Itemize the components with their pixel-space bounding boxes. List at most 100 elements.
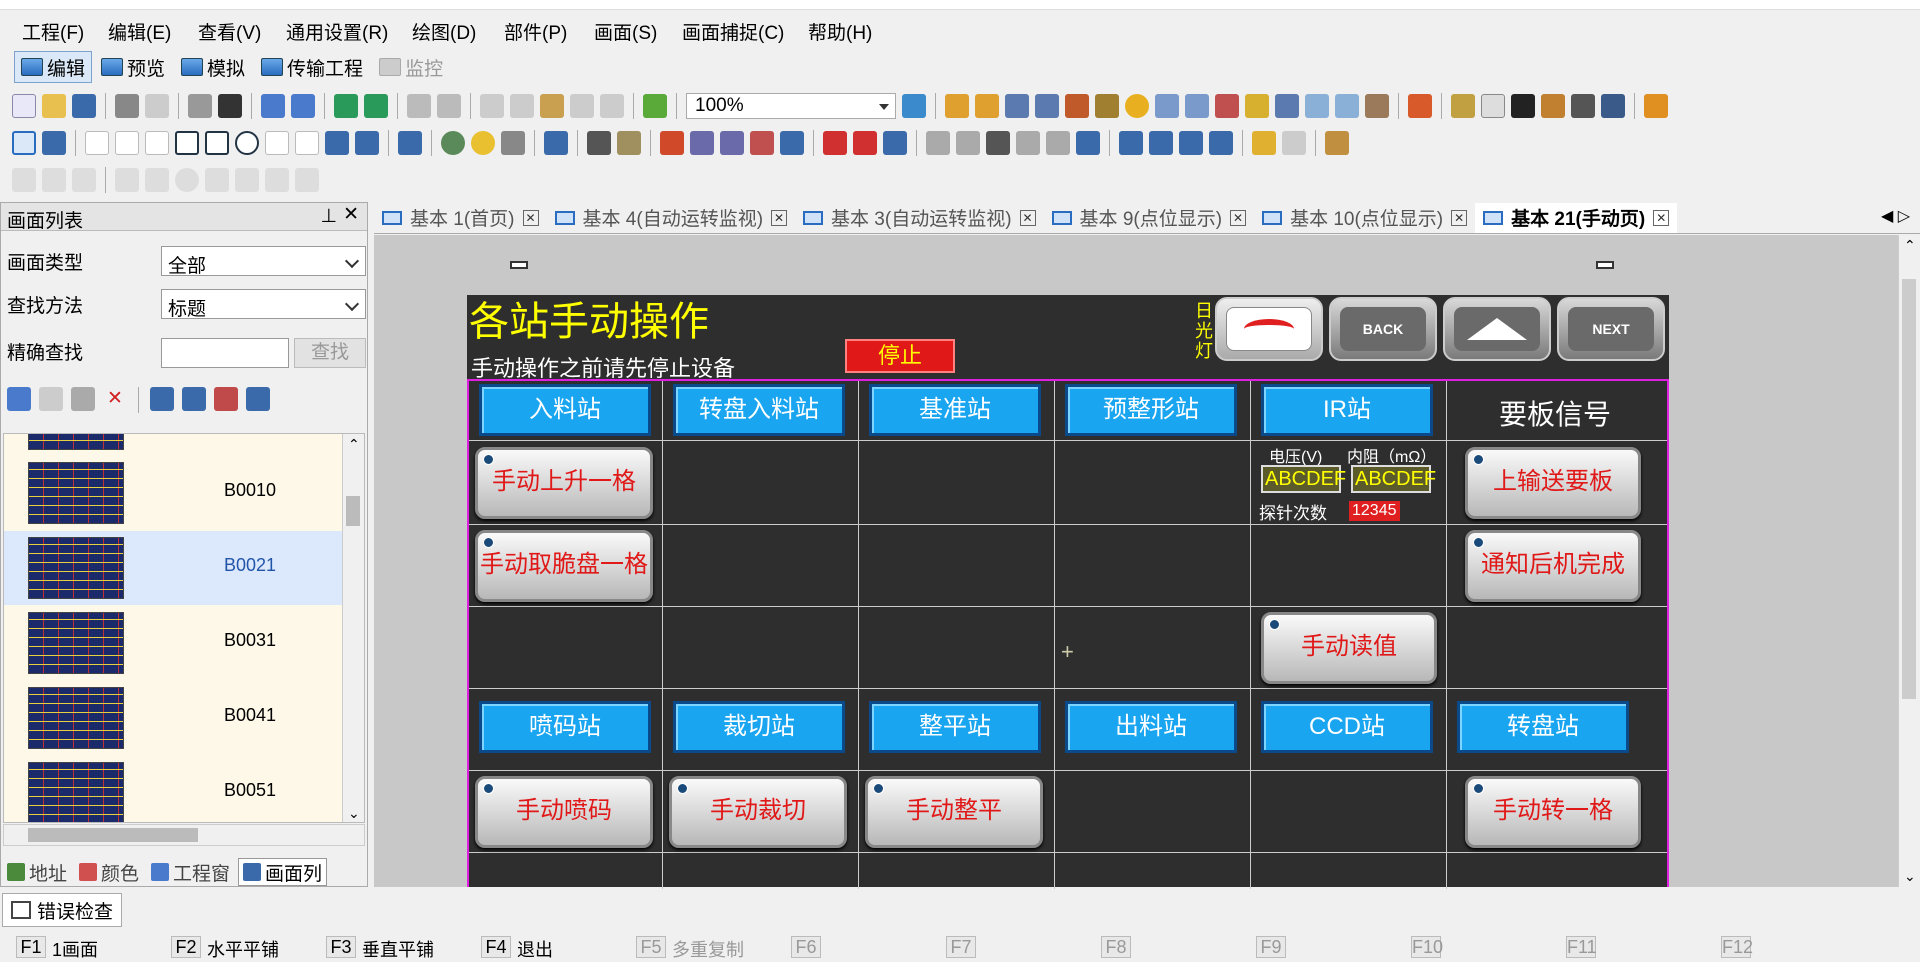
menu-help[interactable]: 帮助(H) (808, 18, 872, 45)
station-turntable-button[interactable]: 转盘站 (1457, 701, 1629, 753)
manual-rotate-button[interactable]: 手动转一格 (1465, 776, 1641, 848)
close-tab-icon[interactable]: ✕ (522, 209, 539, 226)
list-icon[interactable] (1179, 131, 1203, 155)
print-preview-icon[interactable] (145, 94, 169, 118)
close-screen-icon[interactable] (364, 94, 388, 118)
trend-icon[interactable] (1305, 94, 1329, 118)
network-icon[interactable] (1155, 94, 1179, 118)
back-button[interactable]: BACK (1329, 297, 1437, 361)
f8-key[interactable]: F8 (1085, 933, 1240, 961)
light-button[interactable] (1215, 297, 1323, 361)
space-v-icon[interactable] (145, 168, 169, 192)
f5-key[interactable]: F5 多重复制 (620, 933, 775, 961)
scroll-thumb[interactable] (1902, 279, 1916, 699)
info-icon[interactable] (1125, 94, 1149, 118)
zoom-select[interactable]: 100% (686, 93, 896, 119)
upload-icon[interactable] (188, 94, 212, 118)
list2-icon[interactable] (1209, 131, 1233, 155)
manual-take-tray-button[interactable]: 手动取脆盘一格 (475, 530, 653, 602)
station-cutting-button[interactable]: 裁切站 (673, 701, 845, 753)
copy-icon[interactable] (510, 94, 534, 118)
f1-key[interactable]: F1 1画面 (0, 933, 155, 961)
menu-edit[interactable]: 编辑(E) (108, 18, 171, 45)
print-icon[interactable] (115, 94, 139, 118)
tab-screen-3[interactable]: 基本 3(自动运转监视) ✕ (795, 203, 1044, 233)
paste-icon[interactable] (540, 94, 564, 118)
align-center-icon[interactable] (72, 168, 96, 192)
tab-scroll-icon[interactable]: ◀ ▷ (1881, 206, 1910, 226)
library-icon[interactable] (945, 94, 969, 118)
overlap-icon[interactable] (956, 131, 980, 155)
chevron-up-icon[interactable]: ⌃ (1904, 237, 1916, 254)
screen-props-icon[interactable] (150, 387, 174, 411)
tag-icon[interactable] (1005, 94, 1029, 118)
f10-key[interactable]: F10 (1395, 933, 1550, 961)
tab-screen-1[interactable]: 基本 1(首页) ✕ (374, 203, 547, 233)
browser-icon[interactable] (1076, 131, 1100, 155)
alarm-list-icon[interactable] (823, 131, 847, 155)
switch-icon[interactable] (441, 131, 465, 155)
bar-graph-icon[interactable] (660, 131, 684, 155)
polyline-icon[interactable] (145, 131, 169, 155)
folder-icon[interactable] (1541, 94, 1565, 118)
numeric-display-icon[interactable] (544, 131, 568, 155)
menu-parts[interactable]: 部件(P) (504, 18, 567, 45)
station-reference-button[interactable]: 基准站 (869, 384, 1041, 436)
table-icon[interactable] (1035, 94, 1059, 118)
chevron-down-icon[interactable]: ⌄ (348, 805, 360, 822)
open-screen-icon[interactable] (334, 94, 358, 118)
list-item[interactable]: B0051 (4, 756, 344, 822)
station-preshape-button[interactable]: 预整形站 (1065, 384, 1237, 436)
space-h-icon[interactable] (115, 168, 139, 192)
tab-screen-4[interactable]: 基本 4(自动运转监视) ✕ (547, 203, 796, 233)
numeric-input-icon[interactable] (501, 131, 525, 155)
tab-address[interactable]: 地址 (3, 858, 71, 886)
comment-icon[interactable] (1119, 131, 1143, 155)
device-icon[interactable] (1185, 94, 1209, 118)
video-icon[interactable] (1016, 131, 1040, 155)
multi-copy-icon[interactable] (570, 94, 594, 118)
tab-project[interactable]: 工程窗 (147, 858, 234, 886)
library2-icon[interactable] (975, 94, 999, 118)
error-check-tab[interactable]: 错误检查 (2, 893, 123, 927)
pin-panel-icon[interactable]: ⊥ (320, 205, 337, 228)
pencil-icon[interactable] (617, 131, 641, 155)
stop-button[interactable]: 停止 (845, 339, 955, 373)
chevron-down-icon[interactable]: ⌄ (1904, 868, 1916, 885)
tab-screen-21[interactable]: 基本 21(手动页) ✕ (1475, 202, 1678, 233)
screen-export-icon[interactable] (214, 387, 238, 411)
align-top-icon[interactable] (42, 168, 66, 192)
tab-color[interactable]: 颜色 (75, 858, 143, 886)
preview-mode-button[interactable]: 预览 (94, 51, 172, 83)
alarm-history-icon[interactable] (853, 131, 877, 155)
f11-key[interactable]: F11 (1550, 933, 1705, 961)
line-graph-icon[interactable] (690, 131, 714, 155)
sound-icon[interactable] (1245, 94, 1269, 118)
manual-read-button[interactable]: 手动读值 (1261, 612, 1437, 684)
list-item[interactable]: B0021 (4, 531, 344, 605)
undo-icon[interactable] (407, 94, 431, 118)
tab-screen-list[interactable]: 画面列 (238, 858, 328, 886)
resize-handle[interactable] (510, 261, 528, 269)
manual-up-button[interactable]: 手动上升一格 (475, 447, 653, 519)
manual-coding-button[interactable]: 手动喷码 (475, 776, 653, 848)
camera-icon[interactable] (218, 94, 242, 118)
alarm-popup-icon[interactable] (883, 131, 907, 155)
dxf-icon[interactable] (355, 131, 379, 155)
f7-key[interactable]: F7 (930, 933, 1085, 961)
close-tab-icon[interactable]: ✕ (1019, 209, 1036, 226)
slider-icon[interactable] (986, 131, 1010, 155)
display-icon[interactable] (1046, 131, 1070, 155)
scatter-graph-icon[interactable] (750, 131, 774, 155)
menu-draw[interactable]: 绘图(D) (412, 18, 476, 45)
window-part-icon[interactable] (926, 131, 950, 155)
circle-align-icon[interactable] (175, 168, 199, 192)
exact-search-input[interactable] (161, 338, 289, 368)
cut-icon[interactable] (480, 94, 504, 118)
scale-icon[interactable] (295, 131, 319, 155)
edit-mode-button[interactable]: 编辑 (14, 51, 93, 83)
menu-settings[interactable]: 通用设置(R) (286, 18, 388, 45)
ellipse-icon[interactable] (235, 131, 259, 155)
monitor-screen-icon[interactable] (1601, 94, 1625, 118)
screen-type-select[interactable]: 全部 (161, 246, 366, 277)
